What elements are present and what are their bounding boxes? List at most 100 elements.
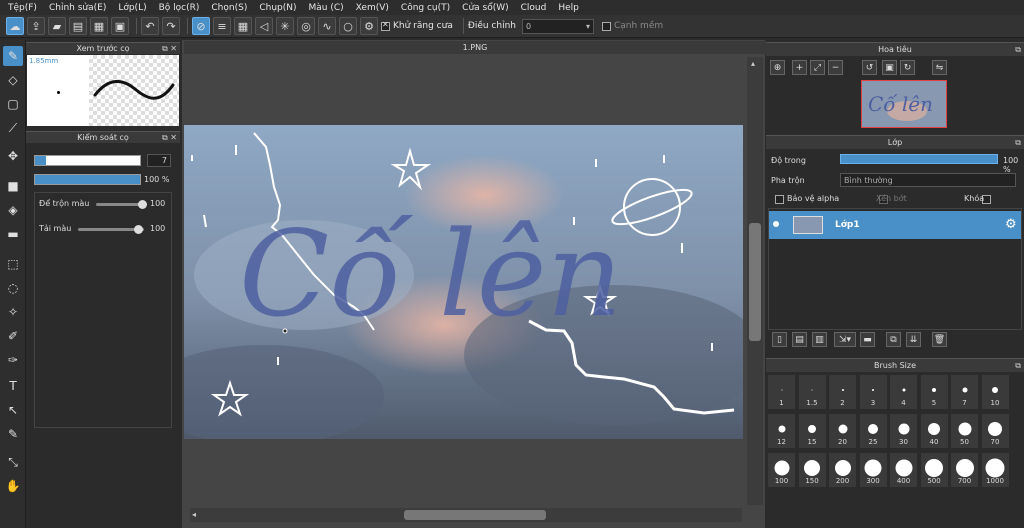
brush-size-cell[interactable]: 20 (828, 413, 857, 449)
zoom-out-icon[interactable]: − (828, 60, 843, 75)
close-icon[interactable]: ⧉ ✕ (162, 133, 177, 143)
ellipse-snap-icon[interactable]: ○ (339, 17, 357, 35)
expand-icon[interactable]: ⧉ (1015, 45, 1021, 55)
new-layer-1bit-icon[interactable]: ▥ (812, 332, 827, 347)
text-tool-icon[interactable]: T (3, 376, 23, 396)
magic-wand-icon[interactable]: ✧ (3, 302, 23, 322)
brush-size-cell[interactable]: 700 (950, 452, 979, 488)
vertical-scrollbar[interactable]: ▴ (747, 57, 763, 505)
trash-icon[interactable]: 🗑 (932, 332, 947, 347)
grid-snap-icon[interactable]: ▦ (234, 17, 252, 35)
redo-icon[interactable]: ↷ (162, 17, 180, 35)
blur-tool-icon[interactable]: ⟋ (3, 118, 23, 138)
no-snap-icon[interactable]: ⊘ (192, 17, 210, 35)
brush-size-cell[interactable]: 200 (828, 452, 857, 488)
lasso-icon[interactable]: ◌ (3, 278, 23, 298)
menu-file[interactable]: Tệp(F) (4, 3, 45, 13)
hand-tool-icon[interactable]: ✋ (3, 476, 23, 496)
horizontal-scroll-thumb[interactable] (404, 510, 546, 520)
snap-settings-icon[interactable]: ⚙ (360, 17, 378, 35)
menu-layer[interactable]: Lớp(L) (114, 3, 154, 13)
add-layer-menu-icon[interactable]: ⇲▾ (834, 332, 856, 347)
adjust-select[interactable]: 0 ▾ (521, 18, 594, 34)
scroll-up-icon[interactable]: ▴ (751, 59, 755, 68)
rect-select-icon[interactable]: ⬚ (3, 254, 23, 274)
brush-size-cell[interactable]: 10 (980, 374, 1010, 410)
mix-slider-knob[interactable] (138, 200, 147, 209)
flip-icon[interactable]: ⇋ (932, 60, 947, 75)
protect-alpha-checkbox[interactable] (775, 195, 784, 204)
expand-icon[interactable]: ⧉ (1015, 138, 1021, 148)
brush-size-value[interactable]: 7 (147, 154, 171, 167)
brush-size-cell[interactable]: 4 (889, 374, 918, 410)
reset-view-icon[interactable]: ▣ (882, 60, 897, 75)
select-pen-icon[interactable]: ✐ (3, 326, 23, 346)
curve-snap-icon[interactable]: ∿ (318, 17, 336, 35)
mix-slider[interactable] (96, 200, 147, 209)
undo-icon[interactable]: ↶ (141, 17, 159, 35)
duplicate-layer-icon[interactable]: ⧉ (886, 332, 901, 347)
bucket-icon[interactable]: ◈ (3, 200, 23, 220)
export-icon[interactable]: ⇪ (27, 17, 45, 35)
blend-mode-select[interactable]: Bình thường (840, 173, 1016, 187)
perspective-snap-icon[interactable]: ◁ (255, 17, 273, 35)
move-tool-icon[interactable]: ✥ (3, 146, 23, 166)
merge-layer-icon[interactable]: ⇊ (906, 332, 921, 347)
divide-tool-icon[interactable]: ✎ (3, 424, 23, 444)
speech-bubble-icon[interactable]: ▰ (48, 17, 66, 35)
amount-slider[interactable] (78, 225, 144, 234)
navigator-thumbnail[interactable]: Cố lên (861, 80, 947, 128)
artwork[interactable]: Cố lên (184, 125, 743, 439)
soft-edge-checkbox[interactable] (601, 21, 611, 31)
brush-size-cell[interactable]: 15 (797, 413, 827, 449)
document-tab[interactable]: 1.PNG (184, 41, 766, 54)
antialias-checkbox[interactable] (381, 20, 390, 31)
new-layer-8bit-icon[interactable]: ▤ (792, 332, 807, 347)
comment-icon[interactable]: ▤ (69, 17, 87, 35)
menu-capture[interactable]: Chụp(N) (255, 3, 304, 13)
operation-tool-icon[interactable]: ↖ (3, 400, 23, 420)
menu-view[interactable]: Xem(V) (352, 3, 397, 13)
brush-size-cell[interactable]: 70 (980, 413, 1010, 449)
opacity-slider[interactable] (34, 174, 141, 185)
new-layer-icon[interactable]: ▯ (772, 332, 787, 347)
concentric-snap-icon[interactable]: ◎ (297, 17, 315, 35)
horizontal-scrollbar[interactable]: ◂ (190, 508, 742, 522)
menu-filter[interactable]: Bộ lọc(R) (155, 3, 208, 13)
amount-slider-knob[interactable] (134, 225, 143, 234)
brush-size-cell[interactable]: 300 (858, 452, 888, 488)
brush-size-cell[interactable]: 50 (950, 413, 979, 449)
radial-snap-icon[interactable]: ✳ (276, 17, 294, 35)
layer-row[interactable]: Lớp1 ⚙ (769, 211, 1021, 239)
fit-window-icon[interactable]: ⤢ (810, 60, 825, 75)
menu-color[interactable]: Màu (C) (305, 3, 352, 13)
menu-window[interactable]: Cửa sổ(W) (458, 3, 516, 13)
brush-size-cell[interactable]: 5 (919, 374, 949, 410)
layer-opacity-slider[interactable] (840, 154, 998, 164)
menu-edit[interactable]: Chỉnh sửa(E) (45, 3, 114, 13)
zoom-in-icon[interactable]: + (792, 60, 807, 75)
brush-size-cell[interactable]: 40 (919, 413, 949, 449)
brush-size-cell[interactable]: 1.5 (797, 374, 827, 410)
menu-help[interactable]: Help (554, 3, 587, 13)
brush-size-cell[interactable]: 100 (767, 452, 796, 488)
select-eraser-icon[interactable]: ✑ (3, 350, 23, 370)
eyedropper-icon[interactable]: ⤡ (3, 452, 23, 472)
brush-size-cell[interactable]: 30 (889, 413, 918, 449)
brush-tool-icon[interactable]: ✎ (3, 46, 23, 66)
menu-tools[interactable]: Công cụ(T) (397, 3, 458, 13)
frame-icon[interactable]: ▣ (111, 17, 129, 35)
eraser-tool-icon[interactable]: ◇ (3, 70, 23, 90)
rect-fill-icon[interactable]: ■ (3, 176, 23, 196)
expand-icon[interactable]: ⧉ (1015, 361, 1021, 371)
comic-icon[interactable]: ▦ (90, 17, 108, 35)
brush-size-cell[interactable]: 400 (889, 452, 918, 488)
layer-settings-gear-icon[interactable]: ⚙ (1005, 217, 1017, 232)
brush-size-cell[interactable]: 1 (767, 374, 796, 410)
parallel-snap-icon[interactable]: ≡ (213, 17, 231, 35)
brush-size-cell[interactable]: 12 (767, 413, 796, 449)
vertical-scroll-thumb[interactable] (749, 223, 761, 341)
menu-select[interactable]: Chọn(S) (207, 3, 255, 13)
menu-cloud[interactable]: Cloud (517, 3, 555, 13)
brush-size-cell[interactable]: 25 (858, 413, 888, 449)
